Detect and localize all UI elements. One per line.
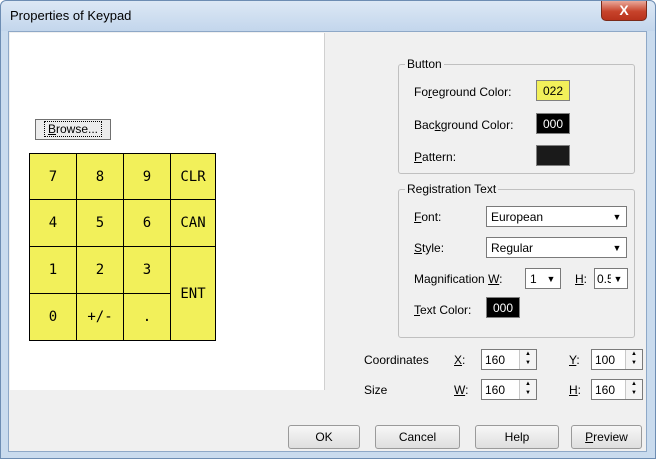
- registration-text-legend: Registration Text: [405, 182, 499, 196]
- background-color-swatch[interactable]: 000: [536, 113, 570, 134]
- key-clr: CLR: [170, 153, 216, 200]
- coordinates-x-value: 160: [485, 353, 506, 367]
- size-h-value: 160: [595, 383, 616, 397]
- key-3: 3: [123, 246, 171, 294]
- foreground-color-label: Foreground Color:: [414, 85, 512, 99]
- size-h-spinner[interactable]: 160 ▲ ▼: [591, 379, 643, 400]
- text-color-swatch[interactable]: 000: [486, 297, 520, 318]
- chevron-down-icon: ▼: [546, 273, 556, 284]
- keypad-preview: 7 8 9 CLR 4 5 6 CAN 1 2 3 ENT 0 +/- .: [29, 153, 216, 341]
- background-color-label: Background Color:: [414, 118, 514, 132]
- coordinates-x-spinner[interactable]: 160 ▲ ▼: [481, 349, 537, 370]
- coordinates-y-spinner[interactable]: 100 ▲ ▼: [591, 349, 643, 370]
- cancel-button[interactable]: Cancel: [375, 425, 460, 449]
- magnification-h-value: 0.5: [597, 272, 611, 286]
- text-color-label: Text Color:: [414, 303, 472, 317]
- pattern-label: Pattern:: [414, 150, 457, 164]
- registration-text-group: Registration Text Font: European ▼ Style…: [398, 182, 635, 338]
- coordinates-y-value: 100: [595, 353, 616, 367]
- spinner-arrows-icon[interactable]: ▲ ▼: [519, 380, 536, 399]
- key-0: 0: [29, 293, 77, 341]
- pattern-swatch[interactable]: [536, 145, 570, 166]
- size-h-label: H:: [569, 383, 582, 397]
- magnification-h-label: H:: [575, 272, 588, 286]
- coordinates-x-label: X:: [454, 353, 466, 367]
- coordinates-label: Coordinates: [364, 353, 429, 367]
- chevron-down-icon: ▼: [612, 211, 622, 222]
- magnification-w-value: 1: [530, 272, 537, 286]
- key-decimal: .: [123, 293, 171, 341]
- magnification-h-dropdown[interactable]: 0.5 ▼: [594, 268, 628, 289]
- key-7: 7: [29, 153, 77, 200]
- browse-button-label: Browse...: [43, 121, 103, 137]
- key-5: 5: [76, 199, 124, 247]
- key-2: 2: [76, 246, 124, 294]
- close-button[interactable]: X: [601, 1, 647, 21]
- chevron-down-icon: ▼: [612, 242, 622, 253]
- ok-button[interactable]: OK: [288, 425, 360, 449]
- key-4: 4: [29, 199, 77, 247]
- browse-button[interactable]: Browse...: [35, 119, 111, 140]
- help-button[interactable]: Help: [475, 425, 559, 449]
- key-plus-minus: +/-: [76, 293, 124, 341]
- style-label: Style:: [414, 241, 445, 255]
- coordinates-y-label: Y:: [569, 353, 580, 367]
- style-dropdown-value: Regular: [491, 241, 534, 255]
- size-w-value: 160: [485, 383, 506, 397]
- size-w-spinner[interactable]: 160 ▲ ▼: [481, 379, 537, 400]
- button-group: Button Foreground Color: 022 Background …: [398, 57, 635, 174]
- font-dropdown-value: European: [491, 210, 544, 224]
- key-ent: ENT: [170, 246, 216, 341]
- font-label: Font:: [414, 210, 442, 224]
- spinner-arrows-icon[interactable]: ▲ ▼: [625, 380, 642, 399]
- keypad-preview-area: Browse... 7 8 9 CLR 4 5 6 CAN 1 2 3 ENT …: [10, 33, 325, 390]
- font-dropdown[interactable]: European ▼: [486, 206, 627, 227]
- key-6: 6: [123, 199, 171, 247]
- preview-button[interactable]: Preview: [571, 425, 642, 449]
- spinner-arrows-icon[interactable]: ▲ ▼: [625, 350, 642, 369]
- spinner-arrows-icon[interactable]: ▲ ▼: [519, 350, 536, 369]
- key-can: CAN: [170, 199, 216, 247]
- dialog-client-area: Browse... 7 8 9 CLR 4 5 6 CAN 1 2 3 ENT …: [8, 31, 647, 452]
- chevron-down-icon: ▼: [613, 273, 623, 284]
- button-group-legend: Button: [405, 57, 444, 71]
- dialog-window: Properties of Keypad X Browse... 7 8 9 C…: [0, 0, 656, 459]
- key-1: 1: [29, 246, 77, 294]
- key-8: 8: [76, 153, 124, 200]
- foreground-color-swatch[interactable]: 022: [536, 80, 570, 101]
- magnification-w-dropdown[interactable]: 1 ▼: [525, 268, 561, 289]
- size-w-label: W:: [454, 383, 469, 397]
- magnification-label: Magnification W:: [414, 272, 503, 286]
- style-dropdown[interactable]: Regular ▼: [486, 237, 627, 258]
- key-9: 9: [123, 153, 171, 200]
- size-label: Size: [364, 383, 388, 397]
- title-bar[interactable]: Properties of Keypad X: [1, 1, 655, 31]
- window-title: Properties of Keypad: [10, 8, 132, 23]
